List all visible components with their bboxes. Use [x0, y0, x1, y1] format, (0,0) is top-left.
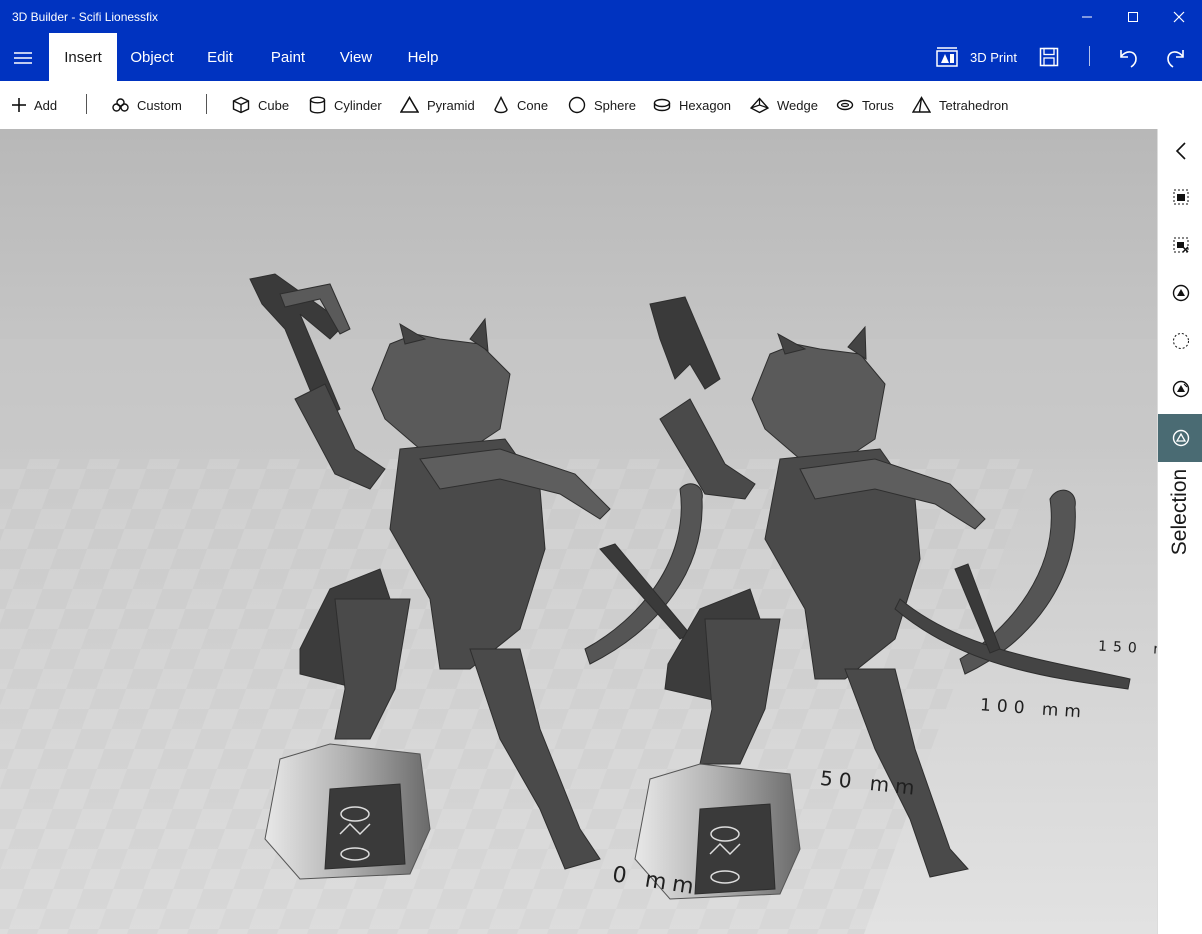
sphere-button[interactable]: Sphere [568, 81, 636, 129]
minimize-button[interactable] [1064, 0, 1110, 34]
scene-canvas [0, 273, 1157, 934]
undo-button[interactable] [1116, 40, 1140, 74]
undo-icon [1120, 50, 1137, 68]
3d-print-label: 3D Print [970, 49, 1017, 65]
wedge-icon [750, 96, 769, 113]
torus-icon [836, 99, 854, 111]
pyramid-icon [400, 96, 419, 113]
select-mesh-button[interactable] [1158, 367, 1202, 411]
select-objects-button[interactable] [1158, 271, 1202, 315]
add-button[interactable]: Add [12, 81, 57, 129]
tetrahedron-icon [912, 96, 931, 113]
tetrahedron-label: Tetrahedron [939, 97, 1009, 113]
window-title: 3D Builder - Scifi Lionessfix [12, 10, 159, 24]
tab-paint[interactable]: Paint [253, 33, 323, 81]
tab-view[interactable]: View [323, 33, 389, 81]
select-all-button[interactable] [1158, 175, 1202, 219]
deselect-icon [1173, 237, 1188, 253]
select-faces-icon [1172, 333, 1189, 349]
hexagon-button[interactable]: Hexagon [653, 81, 731, 129]
wedge-label: Wedge [777, 97, 818, 113]
cone-icon [494, 96, 508, 114]
add-label: Add [34, 97, 58, 113]
close-button[interactable] [1156, 0, 1202, 34]
cube-label: Cube [258, 97, 290, 113]
maximize-button[interactable] [1110, 0, 1156, 34]
plus-icon [12, 98, 26, 112]
pyramid-label: Pyramid [427, 97, 475, 113]
insert-toolbar: Add Custom Cube Cylinder Pyramid Cone Sp… [0, 81, 1202, 129]
chevron-left-icon [1175, 142, 1186, 160]
selection-label-text: Selection [1167, 468, 1191, 556]
tab-help[interactable]: Help [389, 33, 457, 81]
select-objects-icon [1172, 284, 1189, 302]
3d-print-icon [936, 47, 958, 67]
sphere-icon [568, 96, 586, 114]
select-faces-button[interactable] [1158, 319, 1202, 363]
select-all-icon [1173, 189, 1188, 205]
tab-edit[interactable]: Edit [187, 33, 253, 81]
toolbar-divider [86, 94, 87, 114]
save-icon [1039, 47, 1059, 67]
minimize-icon [1082, 16, 1092, 18]
3d-print-button[interactable]: 3D Print [936, 40, 1017, 74]
tab-object[interactable]: Object [117, 33, 187, 81]
cylinder-icon [309, 96, 326, 114]
title-bar: 3D Builder - Scifi Lionessfix Insert Obj… [0, 0, 1202, 81]
cylinder-button[interactable]: Cylinder [309, 81, 382, 129]
selection-panel-label[interactable]: Selection [1157, 462, 1202, 562]
torus-label: Torus [862, 97, 894, 113]
cylinder-label: Cylinder [334, 97, 382, 113]
hexagon-icon [653, 98, 671, 112]
save-button[interactable] [1039, 40, 1059, 74]
hexagon-label: Hexagon [679, 97, 732, 113]
cone-label: Cone [517, 97, 549, 113]
cube-button[interactable]: Cube [232, 81, 289, 129]
torus-button[interactable]: Torus [836, 81, 894, 129]
redo-button[interactable] [1164, 40, 1188, 74]
3d-viewport[interactable]: 0 mm 50 mm 100 mm 150 mm [0, 129, 1157, 934]
cone-button[interactable]: Cone [493, 81, 548, 129]
collapse-panel-button[interactable] [1158, 129, 1202, 173]
custom-button[interactable]: Custom [112, 81, 182, 129]
hamburger-icon [14, 52, 32, 64]
tab-insert[interactable]: Insert [49, 33, 117, 81]
tetrahedron-button[interactable]: Tetrahedron [912, 81, 1008, 129]
select-mesh-icon [1172, 380, 1189, 398]
redo-icon [1167, 50, 1184, 68]
selection-mode-icon [1172, 429, 1189, 447]
toolbar-divider [1089, 46, 1090, 66]
pyramid-button[interactable]: Pyramid [400, 81, 475, 129]
selection-mode-button[interactable] [1158, 414, 1202, 462]
custom-label: Custom [137, 97, 182, 113]
deselect-button[interactable] [1158, 223, 1202, 267]
toolbar-divider [206, 94, 207, 114]
sphere-label: Sphere [594, 97, 636, 113]
maximize-icon [1128, 12, 1138, 22]
custom-shapes-icon [112, 98, 129, 112]
close-icon [1173, 11, 1185, 23]
hamburger-button[interactable] [8, 44, 38, 72]
cube-icon [232, 96, 250, 114]
wedge-button[interactable]: Wedge [750, 81, 818, 129]
